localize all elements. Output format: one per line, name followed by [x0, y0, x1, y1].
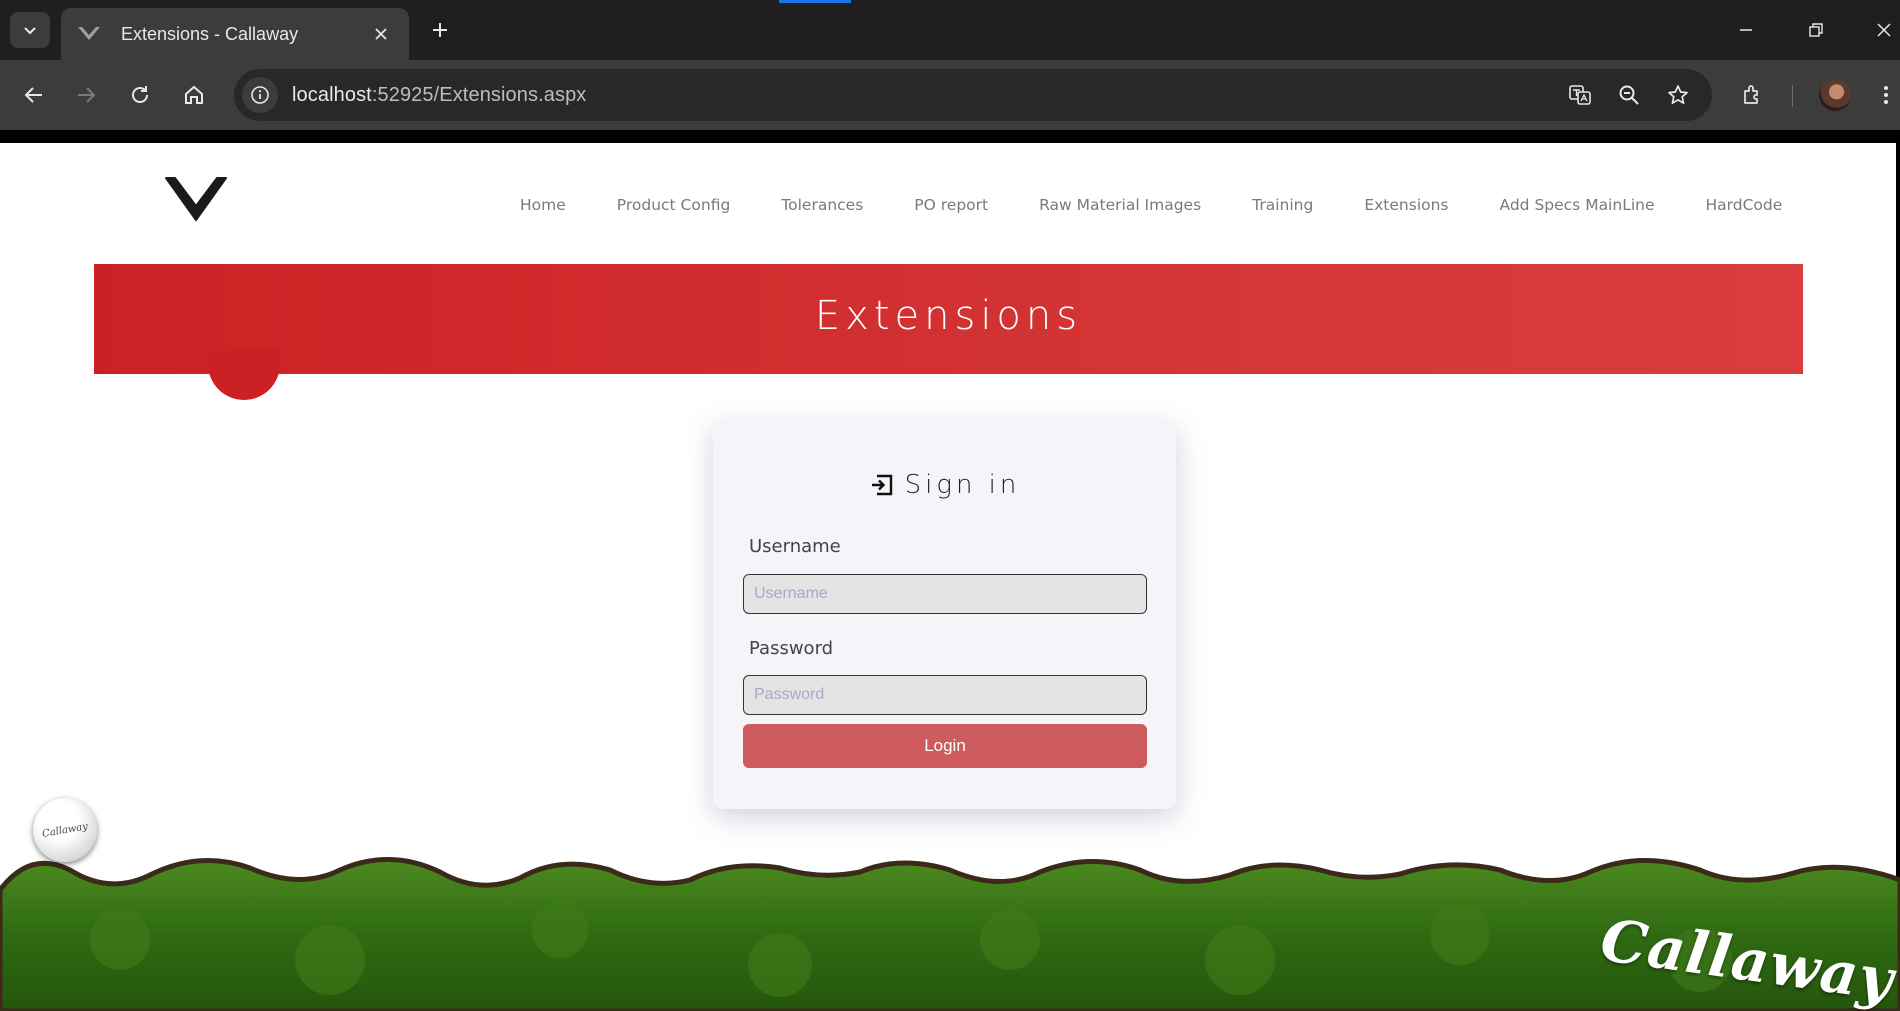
page-top-border — [0, 130, 1900, 143]
close-icon — [1877, 23, 1891, 37]
page-banner: Extensions — [94, 264, 1803, 374]
nav-product-config[interactable]: Product Config — [617, 196, 731, 214]
username-input[interactable] — [743, 574, 1147, 614]
reload-icon — [132, 86, 148, 103]
password-input[interactable] — [743, 675, 1147, 715]
arrow-left-icon — [24, 87, 42, 103]
username-label: Username — [749, 536, 841, 557]
toolbar-divider — [1792, 85, 1793, 107]
golf-ball-text: Callaway — [41, 820, 89, 840]
tab-close-icon[interactable] — [369, 22, 393, 46]
login-button[interactable]: Login — [743, 724, 1147, 768]
tab-loading-indicator — [779, 0, 851, 3]
nav-po-report[interactable]: PO report — [914, 196, 988, 214]
banner-drop-decoration — [208, 350, 280, 400]
callaway-logo[interactable] — [165, 176, 227, 222]
tab-title: Extensions - Callaway — [121, 23, 299, 44]
restore-icon — [1809, 23, 1823, 37]
plus-icon — [433, 23, 447, 37]
nav-raw-material-images[interactable]: Raw Material Images — [1039, 196, 1201, 214]
bookmark-star-icon[interactable] — [1660, 77, 1696, 113]
page-viewport: Home Product Config Tolerances PO report… — [0, 130, 1900, 1011]
main-nav: Home Product Config Tolerances PO report… — [520, 196, 1782, 214]
url-text[interactable]: localhost:52925/Extensions.aspx — [292, 84, 586, 107]
nav-hardcode[interactable]: HardCode — [1706, 196, 1783, 214]
chevron-down-icon — [24, 27, 36, 35]
puzzle-icon — [1744, 85, 1758, 104]
minimize-button[interactable] — [1726, 12, 1766, 48]
zoom-icon[interactable] — [1611, 77, 1647, 113]
nav-training[interactable]: Training — [1252, 196, 1313, 214]
callaway-favicon-icon — [77, 24, 101, 44]
address-bar[interactable]: localhost:52925/Extensions.aspx — [234, 69, 1712, 121]
signin-card: Sign in Username Password Login — [713, 421, 1176, 809]
new-tab-button[interactable] — [424, 14, 456, 46]
password-label: Password — [749, 638, 834, 659]
back-button[interactable] — [14, 75, 54, 115]
arrow-right-icon — [78, 87, 96, 103]
tab-search-button[interactable] — [10, 12, 50, 48]
nav-extensions[interactable]: Extensions — [1364, 196, 1448, 214]
url-path: :52925/Extensions.aspx — [371, 83, 587, 106]
restore-button[interactable] — [1796, 12, 1836, 48]
translate-icon[interactable] — [1562, 77, 1598, 113]
extensions-button[interactable] — [1733, 75, 1773, 115]
golf-ball-image: Callaway — [33, 798, 97, 862]
signin-title: Sign in — [904, 470, 1021, 500]
browser-toolbar: localhost:52925/Extensions.aspx — [0, 60, 1900, 130]
forward-button[interactable] — [66, 75, 106, 115]
signin-header: Sign in — [713, 470, 1176, 500]
reload-button[interactable] — [120, 75, 160, 115]
home-icon — [185, 85, 203, 104]
browser-tabstrip: Extensions - Callaway — [0, 0, 1900, 60]
url-host: localhost — [292, 83, 372, 106]
login-icon — [871, 474, 892, 496]
nav-home[interactable]: Home — [520, 196, 566, 214]
menu-button[interactable] — [1866, 75, 1900, 115]
site-info-icon[interactable] — [242, 77, 278, 113]
profile-avatar[interactable] — [1819, 79, 1851, 111]
page-title: Extensions — [814, 293, 1083, 339]
nav-tolerances[interactable]: Tolerances — [781, 196, 863, 214]
home-button[interactable] — [174, 75, 214, 115]
close-window-button[interactable] — [1864, 12, 1900, 48]
browser-tab[interactable]: Extensions - Callaway — [61, 8, 409, 60]
nav-add-specs-mainline[interactable]: Add Specs MainLine — [1500, 196, 1655, 214]
minimize-icon — [1740, 29, 1752, 31]
kebab-menu-icon — [1884, 86, 1888, 104]
